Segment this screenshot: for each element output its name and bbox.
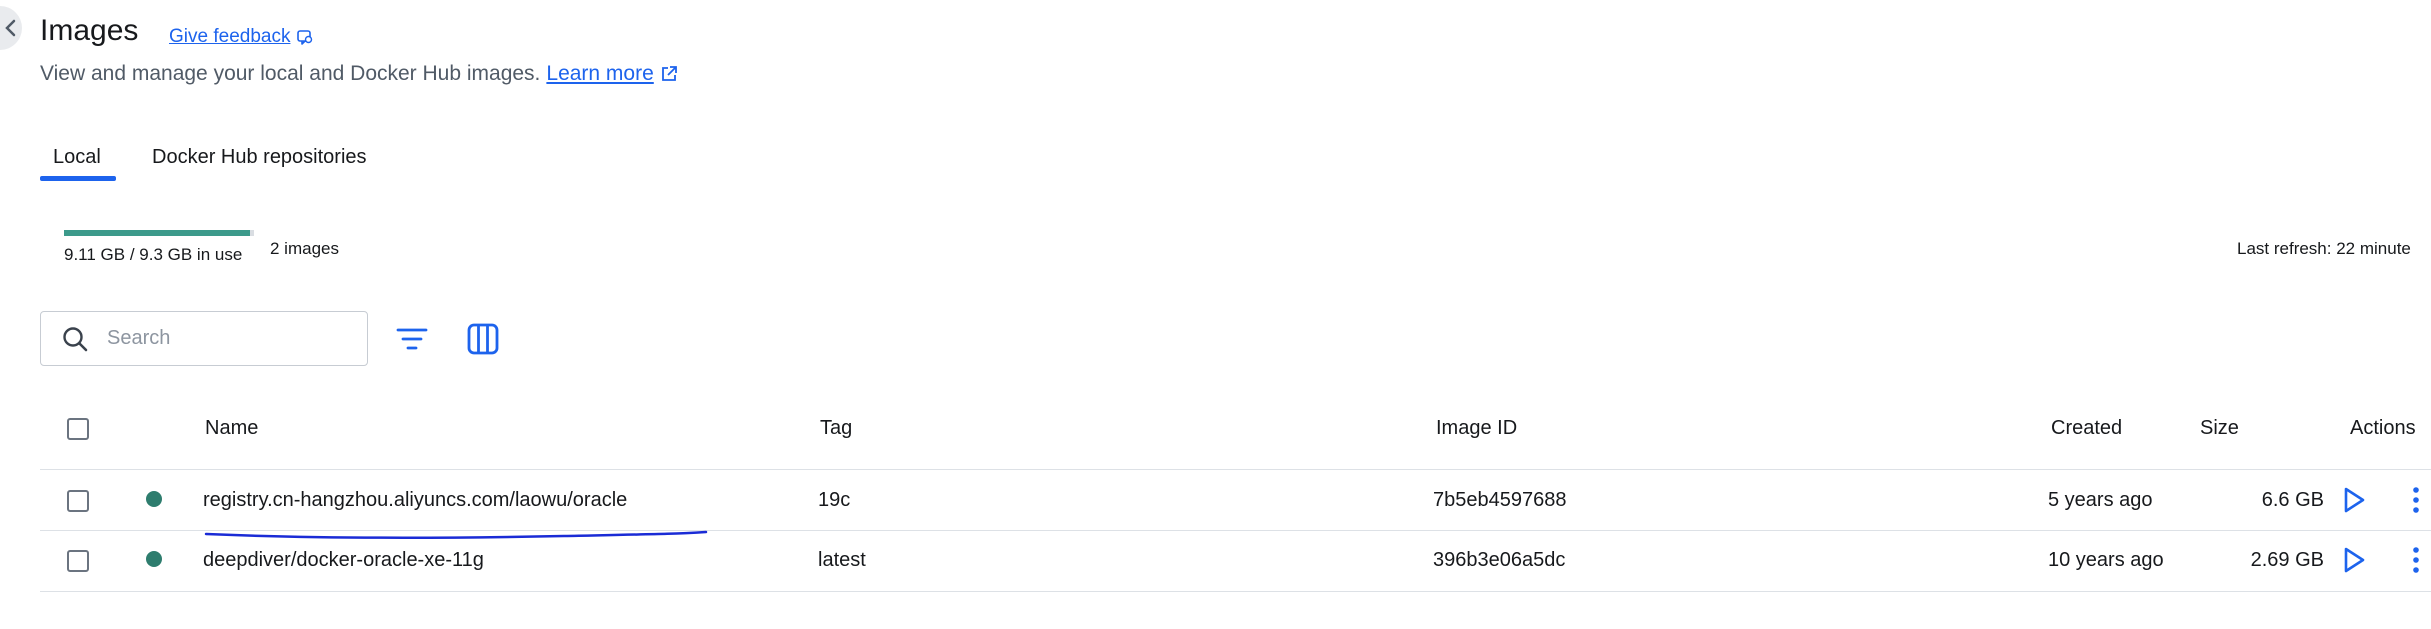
column-header-name[interactable]: Name: [205, 417, 258, 440]
image-created: 10 years ago: [2048, 549, 2164, 571]
select-all-checkbox[interactable]: [67, 418, 89, 440]
give-feedback-link[interactable]: Give feedback: [169, 26, 314, 48]
search-box[interactable]: [40, 311, 368, 366]
filter-icon: [396, 328, 428, 350]
tab-local[interactable]: Local: [53, 146, 101, 169]
learn-more-label: Learn more: [546, 62, 654, 85]
search-input[interactable]: [105, 326, 349, 351]
active-tab-indicator: [40, 176, 116, 181]
disk-usage-bar-fill: [64, 230, 251, 236]
run-button[interactable]: [2337, 543, 2371, 577]
learn-more-link[interactable]: Learn more: [546, 62, 677, 86]
image-count: 2 images: [270, 239, 339, 258]
image-name[interactable]: registry.cn-hangzhou.aliyuncs.com/laowu/…: [203, 489, 627, 512]
page-subtitle: View and manage your local and Docker Hu…: [40, 62, 678, 86]
search-icon: [63, 326, 88, 351]
disk-usage-bar: [64, 230, 254, 236]
give-feedback-label: Give feedback: [169, 26, 291, 47]
image-tag: latest: [818, 549, 866, 571]
image-tag: 19c: [818, 489, 851, 511]
disk-usage-text: 9.11 GB / 9.3 GB in use: [64, 245, 243, 264]
image-size: 6.6 GB: [2261, 489, 2324, 511]
filter-button[interactable]: [392, 321, 432, 357]
more-actions-button[interactable]: [2404, 543, 2428, 577]
row-checkbox[interactable]: [67, 490, 89, 512]
image-id: 7b5eb4597688: [1433, 489, 1567, 511]
page-title: Images: [40, 14, 139, 47]
play-icon: [2344, 547, 2365, 573]
column-header-tag[interactable]: Tag: [820, 417, 852, 440]
columns-button[interactable]: [464, 320, 502, 358]
run-button[interactable]: [2337, 483, 2371, 517]
column-header-actions: Actions: [2350, 417, 2416, 439]
play-icon: [2344, 487, 2365, 513]
back-button[interactable]: [0, 6, 22, 50]
more-actions-button[interactable]: [2404, 483, 2428, 517]
column-header-size[interactable]: Size: [2200, 417, 2239, 440]
tab-docker-hub-repositories[interactable]: Docker Hub repositories: [152, 146, 367, 169]
status-in-use-icon: [146, 551, 162, 567]
row-checkbox[interactable]: [67, 550, 89, 572]
row-divider: [40, 591, 2431, 592]
more-vertical-icon: [2413, 547, 2419, 573]
more-vertical-icon: [2413, 487, 2419, 513]
image-name[interactable]: deepdiver/docker-oracle-xe-11g: [203, 549, 484, 572]
column-header-image-id[interactable]: Image ID: [1436, 417, 1517, 440]
last-refresh-text: Last refresh: 22 minute: [2237, 239, 2411, 258]
image-id: 396b3e06a5dc: [1433, 549, 1566, 571]
image-size: 2.69 GB: [2250, 549, 2324, 571]
chevron-left-icon: [5, 19, 16, 37]
image-created: 5 years ago: [2048, 489, 2153, 511]
feedback-icon: [297, 30, 313, 45]
columns-icon: [467, 323, 499, 355]
external-link-icon: [661, 66, 677, 81]
status-in-use-icon: [146, 491, 162, 507]
subtitle-text: View and manage your local and Docker Hu…: [40, 62, 541, 85]
column-header-created[interactable]: Created: [2051, 417, 2122, 440]
